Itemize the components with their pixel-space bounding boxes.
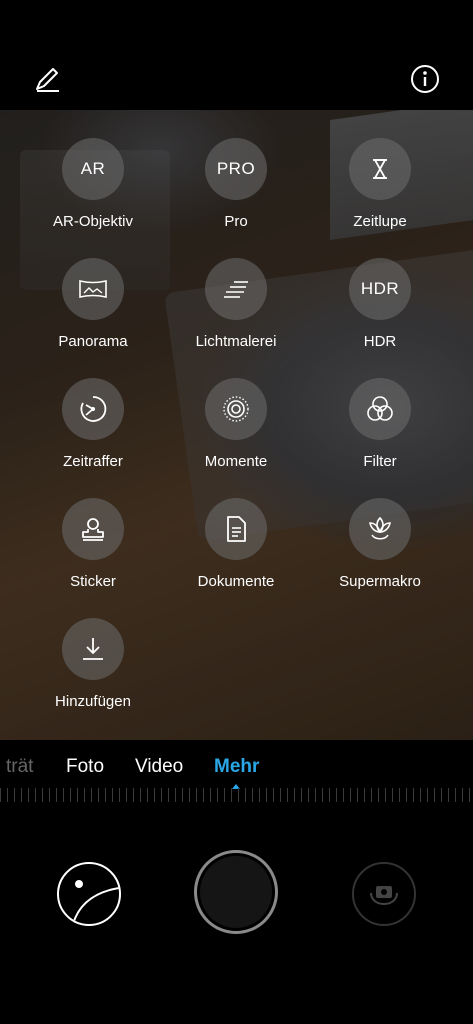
download-icon [83,638,103,660]
tab-video[interactable]: Video [135,756,183,778]
mode-zeitraffer[interactable]: Zeitraffer [18,378,168,470]
top-bar [0,0,473,110]
hourglass-icon [373,159,387,179]
mode-icon-circle: AR [62,138,124,200]
mode-momente[interactable]: Momente [161,378,311,470]
pro-icon: PRO [216,159,256,178]
mode-hinzufuegen[interactable]: Hinzufügen [18,618,168,710]
mode-panorama[interactable]: Panorama [18,258,168,350]
filter-icon [367,396,393,421]
switch-camera-icon [370,886,398,905]
mode-label: Dokumente [197,573,275,590]
mode-icon-circle [349,138,411,200]
mode-icon-circle: HDR [349,258,411,320]
shutter-inner [200,856,272,928]
timelapse-icon [80,396,107,422]
tab-portrait[interactable]: trät [6,756,33,778]
mode-grid: AR AR-Objektiv PRO Pro Zeitlupe Panorama [0,110,473,740]
mode-icon-circle: PRO [205,138,267,200]
mode-label: Panorama [58,333,128,350]
mode-hdr[interactable]: HDR HDR [305,258,455,350]
pencil-icon [36,68,59,92]
mode-icon-circle [62,258,124,320]
mode-pro[interactable]: PRO Pro [161,138,311,230]
bottom-controls [0,802,473,1024]
panorama-icon [79,279,107,299]
mode-icon-circle [205,378,267,440]
macro-flower-icon [369,516,391,540]
ar-lens-icon: AR [80,159,106,178]
mode-label: Lichtmalerei [195,333,277,350]
mode-label: AR-Objektiv [52,213,134,230]
mode-label: Zeitraffer [63,453,123,470]
mode-icon-circle [205,258,267,320]
mode-icon-circle [62,378,124,440]
tab-foto[interactable]: Foto [66,756,104,778]
mode-label: Pro [224,213,248,230]
mode-ar-objektiv[interactable]: AR AR-Objektiv [18,138,168,230]
switch-camera-button[interactable] [352,862,416,926]
gallery-thumbnail-button[interactable] [57,862,121,926]
mode-label: Filter [363,453,397,470]
light-painting-icon [224,281,248,298]
mode-label: Zeitlupe [353,213,407,230]
mode-icon-circle [62,618,124,680]
mode-lichtmalerei[interactable]: Lichtmalerei [161,258,311,350]
mode-filter[interactable]: Filter [305,378,455,470]
mode-dokumente[interactable]: Dokumente [161,498,311,590]
edit-button[interactable] [30,62,64,96]
zoom-scale [0,788,473,802]
mode-label: Sticker [70,573,116,590]
sticker-icon [82,518,104,541]
hdr-icon: HDR [360,279,400,298]
mode-label: Hinzufügen [55,693,131,710]
mode-sticker[interactable]: Sticker [18,498,168,590]
moments-icon [223,396,249,422]
info-icon [411,65,439,93]
mode-icon-circle [205,498,267,560]
document-icon [227,516,246,542]
mode-icon-circle [62,498,124,560]
tab-mehr[interactable]: Mehr [214,756,259,778]
mode-icon-circle [349,378,411,440]
mode-label: Supermakro [339,573,421,590]
shutter-button[interactable] [194,850,278,934]
mode-icon-circle [349,498,411,560]
mode-zeitlupe[interactable]: Zeitlupe [305,138,455,230]
mode-label: Momente [204,453,268,470]
mode-supermakro[interactable]: Supermakro [305,498,455,590]
info-button[interactable] [408,62,442,96]
gallery-icon [72,880,119,924]
mode-label: HDR [363,333,397,350]
